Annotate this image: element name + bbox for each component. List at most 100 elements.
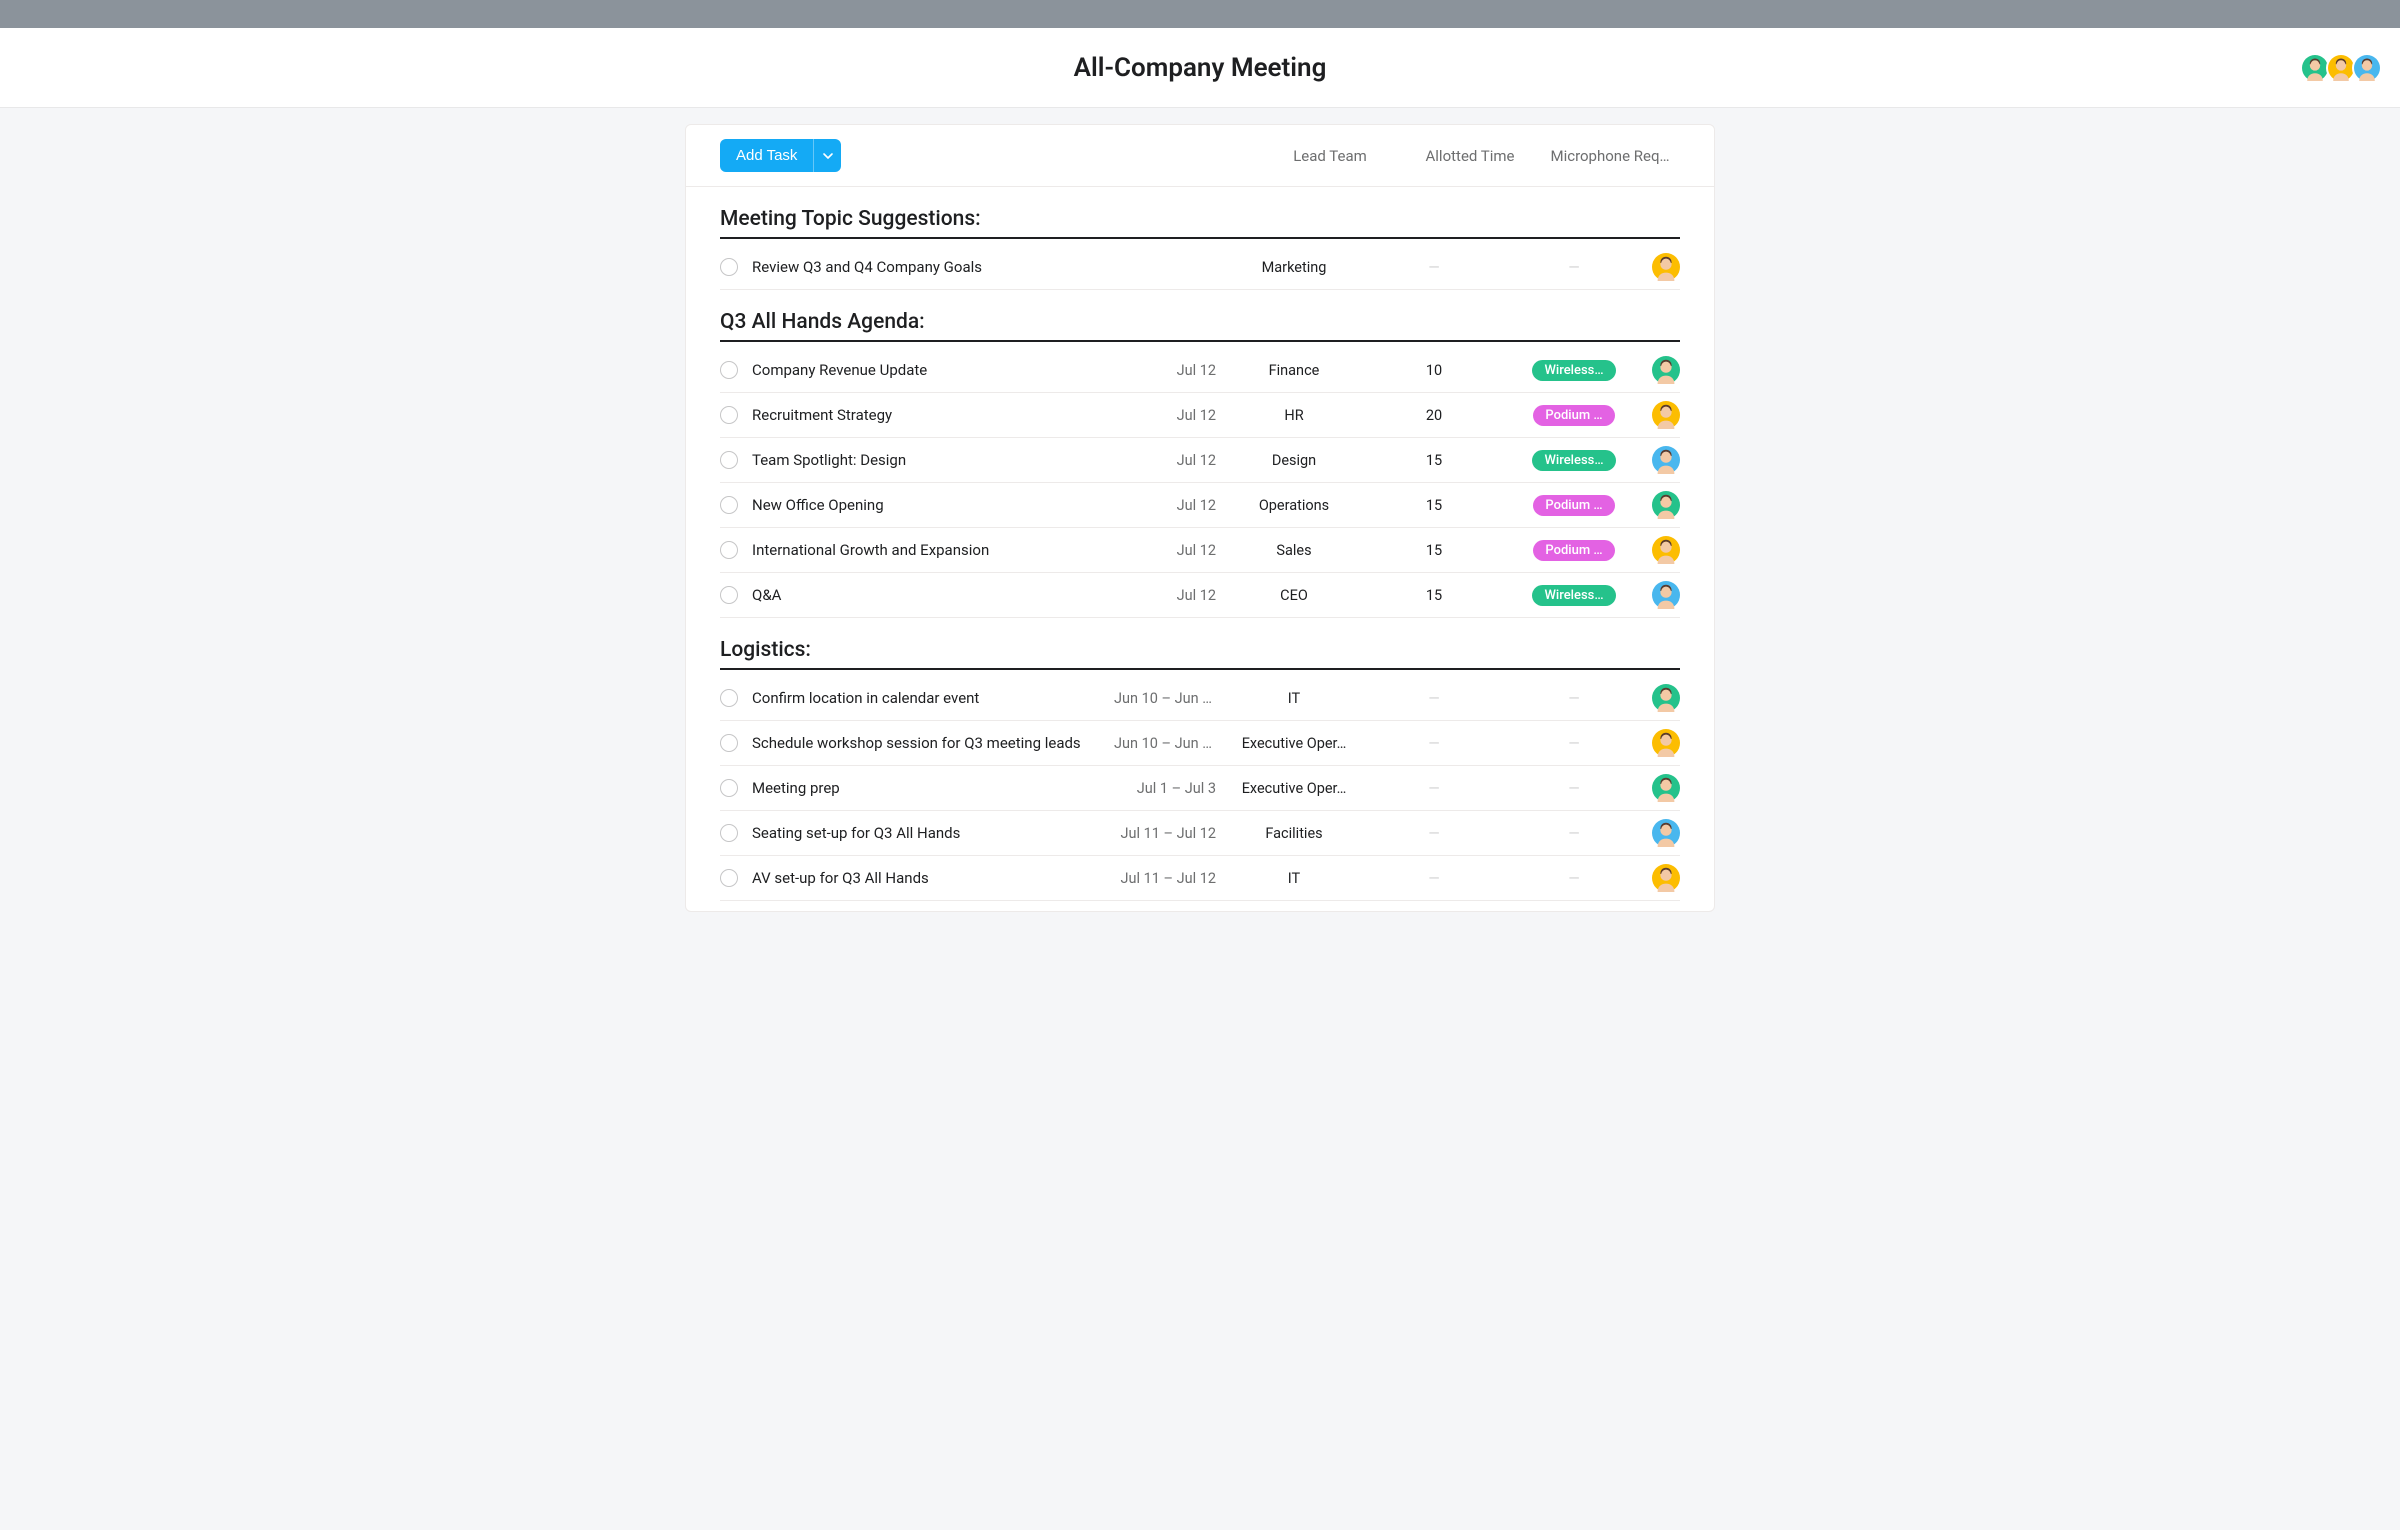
section-header[interactable]: Q3 All Hands Agenda: (720, 310, 1680, 342)
task-microphone[interactable]: — (1504, 690, 1644, 707)
task-date[interactable]: Jul 12 (1114, 497, 1224, 514)
task-row[interactable]: Schedule workshop session for Q3 meeting… (720, 721, 1680, 766)
complete-checkbox[interactable] (720, 406, 738, 424)
task-date[interactable]: Jul 1 – Jul 3 (1114, 780, 1224, 797)
task-row[interactable]: Review Q3 and Q4 Company GoalsMarketing—… (720, 245, 1680, 290)
task-name[interactable]: Schedule workshop session for Q3 meeting… (752, 734, 1114, 752)
task-lead-team[interactable]: Executive Oper… (1224, 780, 1364, 797)
task-lead-team[interactable]: HR (1224, 407, 1364, 424)
task-lead-team[interactable]: Marketing (1224, 259, 1364, 276)
task-name[interactable]: New Office Opening (752, 496, 1114, 514)
section-header[interactable]: Meeting Topic Suggestions: (720, 207, 1680, 239)
member-avatar[interactable] (2352, 53, 2382, 83)
task-microphone[interactable]: — (1504, 825, 1644, 842)
assignee-avatar[interactable] (1652, 774, 1680, 802)
complete-checkbox[interactable] (720, 451, 738, 469)
task-microphone[interactable]: — (1504, 259, 1644, 276)
task-name[interactable]: Confirm location in calendar event (752, 689, 1114, 707)
complete-checkbox[interactable] (720, 541, 738, 559)
task-name[interactable]: Review Q3 and Q4 Company Goals (752, 258, 1114, 276)
task-lead-team[interactable]: IT (1224, 690, 1364, 707)
task-date[interactable]: Jul 12 (1114, 587, 1224, 604)
assignee-avatar[interactable] (1652, 684, 1680, 712)
task-allotted-time[interactable]: — (1364, 259, 1504, 276)
complete-checkbox[interactable] (720, 824, 738, 842)
task-microphone[interactable]: — (1504, 735, 1644, 752)
task-microphone[interactable]: — (1504, 780, 1644, 797)
assignee-avatar[interactable] (1652, 864, 1680, 892)
task-row[interactable]: Team Spotlight: DesignJul 12Design15Wire… (720, 438, 1680, 483)
task-name[interactable]: Recruitment Strategy (752, 406, 1114, 424)
task-microphone[interactable]: Wireless… (1504, 360, 1644, 381)
complete-checkbox[interactable] (720, 258, 738, 276)
task-allotted-time[interactable]: — (1364, 870, 1504, 887)
task-microphone[interactable]: Wireless… (1504, 585, 1644, 606)
task-allotted-time[interactable]: 15 (1364, 542, 1504, 559)
complete-checkbox[interactable] (720, 689, 738, 707)
task-lead-team[interactable]: Design (1224, 452, 1364, 469)
assignee-avatar[interactable] (1652, 819, 1680, 847)
task-name[interactable]: Company Revenue Update (752, 361, 1114, 379)
column-header-time[interactable]: Allotted Time (1400, 147, 1540, 165)
task-date[interactable]: Jul 12 (1114, 452, 1224, 469)
task-microphone[interactable]: Podium … (1504, 540, 1644, 561)
task-lead-team[interactable]: Facilities (1224, 825, 1364, 842)
task-name[interactable]: Team Spotlight: Design (752, 451, 1114, 469)
task-row[interactable]: Recruitment StrategyJul 12HR20Podium … (720, 393, 1680, 438)
task-lead-team[interactable]: IT (1224, 870, 1364, 887)
task-lead-team[interactable]: Executive Oper… (1224, 735, 1364, 752)
complete-checkbox[interactable] (720, 734, 738, 752)
task-date[interactable]: Jul 11 – Jul 12 (1114, 870, 1224, 887)
task-row[interactable]: AV set-up for Q3 All HandsJul 11 – Jul 1… (720, 856, 1680, 901)
task-lead-team[interactable]: Operations (1224, 497, 1364, 514)
section-header[interactable]: Logistics: (720, 638, 1680, 670)
task-row[interactable]: International Growth and ExpansionJul 12… (720, 528, 1680, 573)
task-allotted-time[interactable]: 15 (1364, 587, 1504, 604)
task-lead-team[interactable]: Finance (1224, 362, 1364, 379)
task-microphone[interactable]: Podium … (1504, 495, 1644, 516)
complete-checkbox[interactable] (720, 586, 738, 604)
task-row[interactable]: Seating set-up for Q3 All HandsJul 11 – … (720, 811, 1680, 856)
task-allotted-time[interactable]: — (1364, 690, 1504, 707)
task-row[interactable]: Confirm location in calendar eventJun 10… (720, 676, 1680, 721)
task-name[interactable]: AV set-up for Q3 All Hands (752, 869, 1114, 887)
assignee-avatar[interactable] (1652, 446, 1680, 474)
task-name[interactable]: Meeting prep (752, 779, 1114, 797)
column-header-lead[interactable]: Lead Team (1260, 147, 1400, 165)
task-allotted-time[interactable]: — (1364, 825, 1504, 842)
task-allotted-time[interactable]: — (1364, 735, 1504, 752)
task-microphone[interactable]: — (1504, 870, 1644, 887)
complete-checkbox[interactable] (720, 779, 738, 797)
complete-checkbox[interactable] (720, 869, 738, 887)
task-date[interactable]: Jul 12 (1114, 542, 1224, 559)
task-date[interactable]: Jul 11 – Jul 12 (1114, 825, 1224, 842)
task-lead-team[interactable]: CEO (1224, 587, 1364, 604)
task-date[interactable]: Jul 12 (1114, 362, 1224, 379)
add-task-button[interactable]: Add Task (720, 139, 813, 172)
complete-checkbox[interactable] (720, 361, 738, 379)
task-name[interactable]: Q&A (752, 586, 1114, 604)
task-allotted-time[interactable]: 10 (1364, 362, 1504, 379)
assignee-avatar[interactable] (1652, 401, 1680, 429)
task-microphone[interactable]: Wireless… (1504, 450, 1644, 471)
complete-checkbox[interactable] (720, 496, 738, 514)
assignee-avatar[interactable] (1652, 356, 1680, 384)
assignee-avatar[interactable] (1652, 491, 1680, 519)
add-task-dropdown[interactable] (813, 139, 841, 172)
task-allotted-time[interactable]: 20 (1364, 407, 1504, 424)
task-row[interactable]: Company Revenue UpdateJul 12Finance10Wir… (720, 348, 1680, 393)
assignee-avatar[interactable] (1652, 729, 1680, 757)
column-header-mic[interactable]: Microphone Req… (1540, 147, 1680, 165)
task-date[interactable]: Jul 12 (1114, 407, 1224, 424)
task-name[interactable]: International Growth and Expansion (752, 541, 1114, 559)
task-allotted-time[interactable]: — (1364, 780, 1504, 797)
task-row[interactable]: Meeting prepJul 1 – Jul 3Executive Oper…… (720, 766, 1680, 811)
task-date[interactable]: Jun 10 – Jun 11 (1114, 735, 1224, 752)
task-date[interactable]: Jun 10 – Jun 11 (1114, 690, 1224, 707)
task-name[interactable]: Seating set-up for Q3 All Hands (752, 824, 1114, 842)
task-microphone[interactable]: Podium … (1504, 405, 1644, 426)
assignee-avatar[interactable] (1652, 581, 1680, 609)
project-members[interactable] (2304, 53, 2382, 83)
task-row[interactable]: Q&AJul 12CEO15Wireless… (720, 573, 1680, 618)
assignee-avatar[interactable] (1652, 536, 1680, 564)
